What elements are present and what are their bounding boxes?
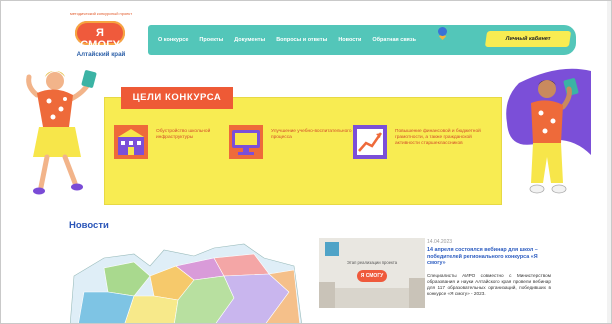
news-image-badge: Я СМОГУ — [357, 270, 387, 282]
goal-text: Улучшение учебно-воспитательного процесс… — [271, 129, 352, 140]
goal-text: Повышение финансовой и бюджетной грамотн… — [395, 129, 481, 146]
monitor-icon — [229, 125, 263, 159]
nav-item-projects[interactable]: Проекты — [199, 37, 223, 43]
logo-region: Алтайский край — [76, 51, 126, 58]
school-building-icon — [114, 125, 148, 159]
personal-cabinet-button[interactable]: Личный кабинет — [484, 31, 572, 47]
person-left-illustration — [26, 70, 97, 195]
goal-item: Обустройство школьной инфраструктуры — [114, 125, 244, 165]
nav-item-documents[interactable]: Документы — [234, 37, 265, 43]
page-scrollbar[interactable] — [607, 1, 611, 323]
logo-name: Я СМОГУ — [80, 27, 120, 51]
nav-item-faq[interactable]: Вопросы и ответы — [276, 37, 327, 43]
news-item-body: Специалисты АИРО совместно с Министерств… — [427, 273, 551, 296]
person-right-illustration — [529, 78, 579, 194]
news-item-image[interactable]: Этап реализации проекта Я СМОГУ — [319, 238, 425, 308]
growth-chart-icon — [353, 125, 387, 159]
browser-viewport: методический конкурсный проект Я СМОГУ А… — [0, 0, 612, 324]
logo-slogan: методический конкурсный проект — [69, 11, 133, 16]
nav-item-about[interactable]: О конкурсе — [158, 37, 188, 43]
news-item-headline-link[interactable]: 14 апреля состоялся вебинар для школ – п… — [427, 247, 553, 267]
goal-item: Улучшение учебно-воспитательного процесс… — [229, 125, 359, 165]
news-section-title: Новости — [69, 220, 109, 231]
region-map-image[interactable] — [64, 236, 304, 324]
logo-badge: Я СМОГУ — [75, 21, 125, 51]
news-image-caption: Этап реализации проекта — [346, 260, 398, 265]
news-item-date: 14.04.2023 — [427, 239, 453, 245]
nav-item-news[interactable]: Новости — [338, 37, 361, 43]
goals-title: ЦЕЛИ КОНКУРСА — [121, 87, 233, 109]
nav-item-feedback[interactable]: Обратная связь — [372, 37, 416, 43]
goal-item: Повышение финансовой и бюджетной грамотн… — [353, 125, 493, 165]
map-pin-icon — [438, 27, 447, 41]
site-logo[interactable]: методический конкурсный проект Я СМОГУ А… — [69, 11, 133, 65]
